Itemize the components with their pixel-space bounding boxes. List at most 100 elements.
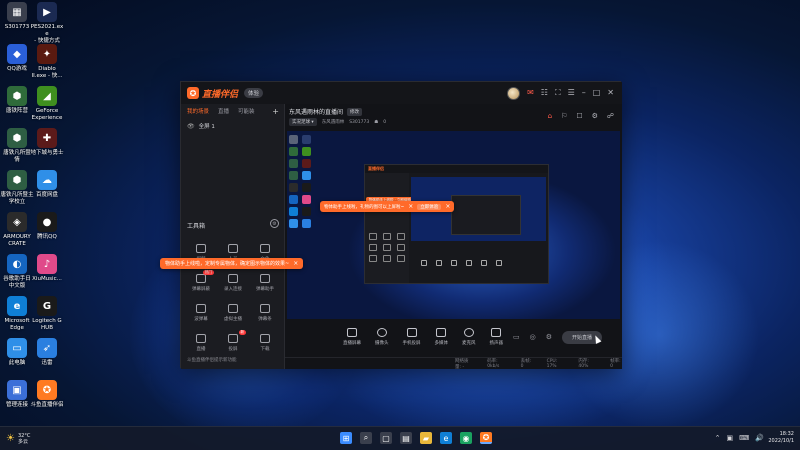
list-icon[interactable]: ☷ xyxy=(541,89,548,97)
version-badge[interactable]: 体验 xyxy=(244,88,264,98)
tool-item[interactable]: 弹幕助手 xyxy=(249,270,281,296)
tool-item[interactable]: 录入连接 xyxy=(217,270,249,296)
desktop-icon[interactable]: ⬢ 唐铁凡所暨 情 xyxy=(0,128,34,164)
desktop-icon[interactable]: ◐ 谷歌助手日 中文版 xyxy=(0,254,34,290)
taskbar-app-icon[interactable]: ◉ xyxy=(460,432,472,444)
home-icon[interactable]: ⌂ xyxy=(548,112,552,120)
control-2[interactable]: 手机投屏 xyxy=(403,328,421,346)
desktop-icon[interactable]: ▣ 管理连接 xyxy=(0,380,34,409)
desktop-icon-label: 腾讯QQ xyxy=(37,234,57,240)
desktop-icon[interactable]: ▭ 此电脑 xyxy=(0,338,34,367)
tool-item[interactable]: 下载 xyxy=(249,330,281,356)
tab-my-scenes[interactable]: 我的场景 xyxy=(187,107,209,115)
tool-item[interactable]: 虚拟主播 xyxy=(217,300,249,326)
gift-helper-toast[interactable]: 物体助手上线啦，礼物的图可以上屏啦~ × 立即体验 × xyxy=(320,201,455,212)
desktop-icon[interactable]: ✪ 斗鱼直播伴侣 xyxy=(30,380,64,409)
tool-label: 直播 xyxy=(196,347,206,352)
toolbox-settings-icon[interactable]: ⚙ xyxy=(270,219,279,228)
control-0[interactable]: 直播屏幕 xyxy=(343,328,361,346)
taskbar-app-icon[interactable]: ▤ xyxy=(400,432,412,444)
category-select[interactable]: 实况足球 ▾ xyxy=(289,118,317,126)
app-icon: ✪ xyxy=(37,380,57,400)
close-icon[interactable]: ✕ xyxy=(607,89,614,97)
minimize-icon[interactable]: – xyxy=(582,89,586,97)
app-icon: ▭ xyxy=(7,338,27,358)
tool-icon xyxy=(228,244,238,253)
desktop-icon[interactable]: ● 腾讯QQ xyxy=(30,212,64,241)
desktop-icon[interactable]: G Logitech G HUB xyxy=(30,296,64,332)
desktop-icon[interactable]: ➶ 迅雷 xyxy=(30,338,64,367)
control-label: 麦克风 xyxy=(462,341,476,346)
tab-live[interactable]: 直播 xyxy=(218,107,229,115)
toast-close-icon[interactable]: × xyxy=(408,203,413,210)
desktop-icon[interactable]: ✚ 地下城与勇士 xyxy=(30,128,64,157)
desktop-icon[interactable]: ◈ ARMOURY CRATE xyxy=(0,212,34,248)
control-3[interactable]: 多媒体 xyxy=(435,328,448,346)
toast-close-icon[interactable]: × xyxy=(293,260,298,267)
desktop-icon[interactable]: ✦ Diablo II.exe - 快... xyxy=(30,44,64,80)
eye-small-icon[interactable]: ◎ xyxy=(530,333,536,341)
keyboard-icon[interactable]: ⌨ xyxy=(739,434,749,442)
tool-item[interactable]: 波弹幕 xyxy=(185,300,217,326)
desktop-icon[interactable]: ☁ 百度网盘 xyxy=(30,170,64,199)
scene-tabs: 我的场景 直播 可能装 + xyxy=(181,104,284,118)
message-icon[interactable]: ✉ xyxy=(527,89,534,97)
desktop-icon[interactable]: ♪ XiuMusic... xyxy=(30,254,64,283)
tool-item[interactable]: 直播 xyxy=(185,330,217,356)
taskbar-app-icon[interactable]: ▰ xyxy=(420,432,432,444)
app-icon: ◈ xyxy=(7,212,27,232)
taskbar-app-icon[interactable]: ⌕ xyxy=(360,432,372,444)
tool-item[interactable]: 弹幕条 xyxy=(249,300,281,326)
window-icon[interactable]: ☐ xyxy=(576,112,582,120)
menu-icon[interactable]: ☰ xyxy=(568,89,575,97)
stream-preview[interactable]: 直播伴侣 物体助手上线啦 · 立即体验 xyxy=(287,131,620,319)
tool-icon xyxy=(260,334,270,343)
tray-expand-icon[interactable]: ⌃ xyxy=(715,434,721,442)
desktop-icon[interactable]: e Microsoft Edge xyxy=(0,296,34,332)
nested-controls xyxy=(411,257,546,269)
eye-icon[interactable]: 👁 xyxy=(187,123,195,130)
taskbar-app-icon[interactable]: e xyxy=(440,432,452,444)
user-avatar[interactable] xyxy=(507,86,521,100)
control-1[interactable]: 摄像头 xyxy=(375,328,389,346)
share-icon[interactable]: ☍ xyxy=(607,112,614,120)
edit-title-button[interactable]: 修改 xyxy=(347,107,363,116)
camera-small-icon[interactable]: ▭ xyxy=(513,333,520,341)
tool-item[interactable]: 投屏 新 xyxy=(217,330,249,356)
desktop-icon[interactable]: ▶ PES2021.exe - 快捷方式 xyxy=(30,2,64,45)
desktop-icon[interactable]: ◆ QQ游戏 xyxy=(0,44,34,73)
room-id: S301773 xyxy=(349,119,370,125)
control-icon xyxy=(491,328,502,337)
flag-icon[interactable]: ⚐ xyxy=(561,112,567,120)
tab-other[interactable]: 可能装 xyxy=(238,107,255,115)
taskbar-app-icon[interactable]: ⊞ xyxy=(340,432,352,444)
app-icon: ◐ xyxy=(7,254,27,274)
volume-icon[interactable]: 🔊 xyxy=(755,434,764,442)
tray-app-icon[interactable]: ▣ xyxy=(727,434,734,442)
scene-item[interactable]: 👁 全屏 1 xyxy=(181,118,284,134)
maximize-icon[interactable]: □ xyxy=(593,89,601,97)
taskbar-app-icon[interactable]: ▢ xyxy=(380,432,392,444)
gear-small-icon[interactable]: ⚙ xyxy=(546,333,552,341)
tool-item[interactable]: 弹幕屏蔽 热门 xyxy=(185,270,217,296)
item-helper-toast[interactable]: 物体助手上线啦，定制专属物体，确定图示物体的效果~ × xyxy=(160,258,304,269)
tool-icon xyxy=(260,304,270,313)
toast-close-icon[interactable]: × xyxy=(445,203,450,210)
control-4[interactable]: 麦克风 xyxy=(462,328,476,346)
taskbar-app-icon[interactable]: ✪ xyxy=(480,432,492,444)
weather-widget[interactable]: ☀ 32°C 多云 xyxy=(6,433,30,445)
clock[interactable]: 18:32 2022/10/1 xyxy=(768,431,794,445)
window-titlebar[interactable]: ✪ 直播伴侣 体验 ✉ ☷ ⛶ ☰ – □ ✕ xyxy=(181,82,622,104)
app-icon: ◆ xyxy=(7,44,27,64)
desktop-icon[interactable]: ⬢ 唐铁凡所暨主 学校立 xyxy=(0,170,34,206)
desktop-icon[interactable]: ⬢ 唐铁阵营 xyxy=(0,86,34,115)
add-scene-icon[interactable]: + xyxy=(272,107,279,116)
fullscreen-icon[interactable]: ⛶ xyxy=(555,89,561,97)
tool-icon xyxy=(228,304,238,313)
try-now-button[interactable]: 立即体验 xyxy=(417,203,442,210)
toolbox-title: 工具箱 xyxy=(187,223,206,230)
desktop-icon[interactable]: ◢ GeForce Experience xyxy=(30,86,64,122)
desktop-icon[interactable]: ▦ S301773 xyxy=(0,2,34,31)
control-5[interactable]: 扬声器 xyxy=(490,328,503,346)
settings-icon[interactable]: ⚙ xyxy=(592,112,598,120)
